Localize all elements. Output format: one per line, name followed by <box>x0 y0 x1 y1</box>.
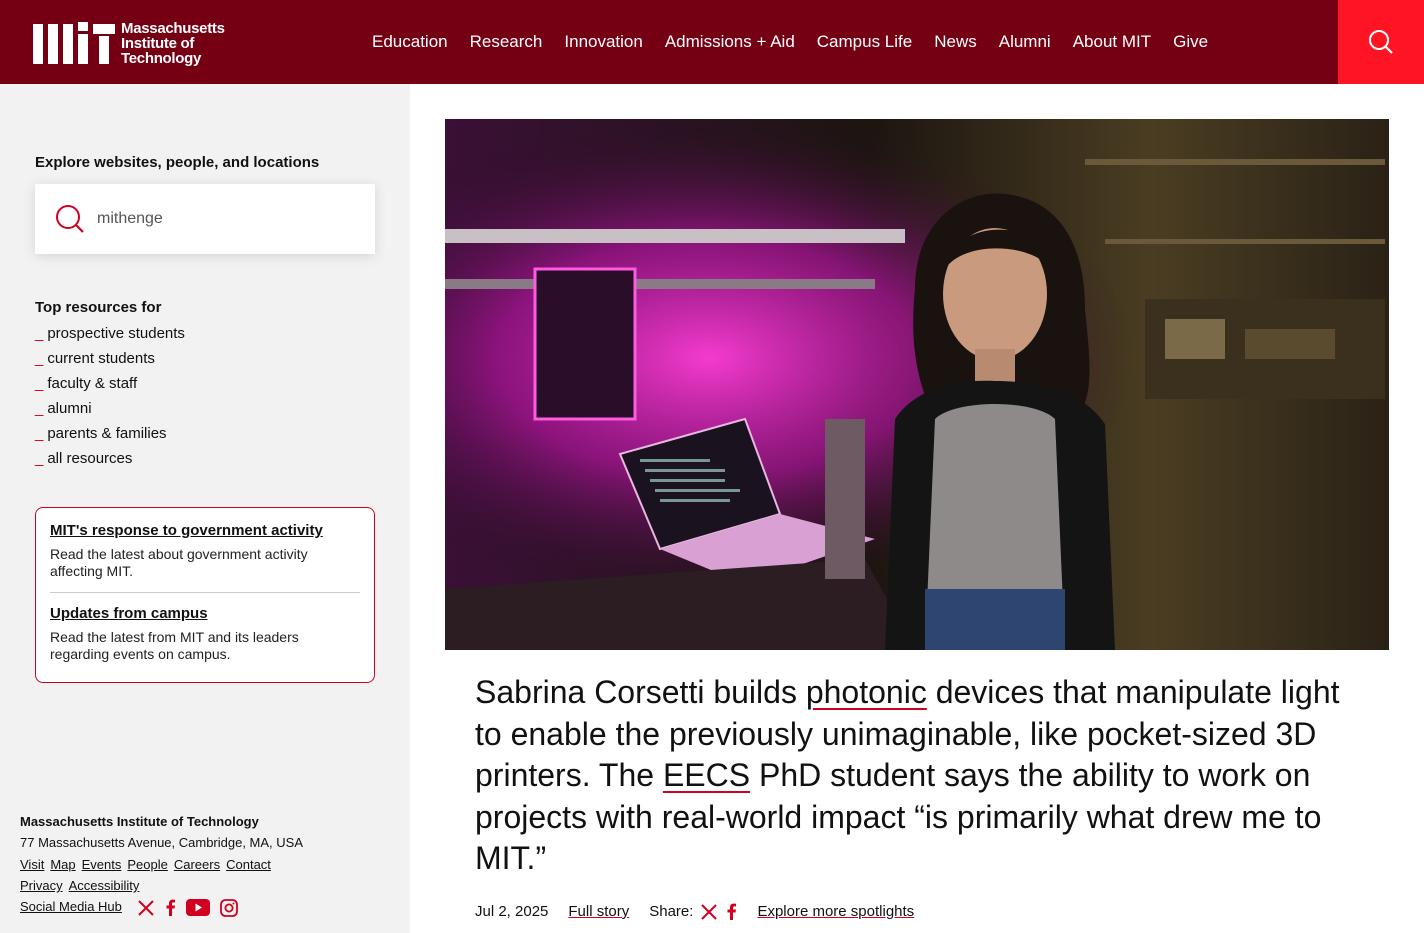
logo-line: Massachusetts <box>121 19 225 37</box>
footer-link-social-hub[interactable]: Social Media Hub <box>20 899 122 914</box>
notice-box: MIT's response to government activity Re… <box>35 507 375 683</box>
footer-link-accessibility[interactable]: Accessibility <box>69 878 140 893</box>
nav-admissions[interactable]: Admissions + Aid <box>665 32 795 52</box>
resource-label: alumni <box>47 400 92 417</box>
share-label: Share: <box>649 903 694 920</box>
site-search-box[interactable] <box>35 184 375 254</box>
explore-more-link[interactable]: Explore more spotlights <box>757 903 914 920</box>
youtube-icon[interactable] <box>185 899 210 917</box>
notice-title-link[interactable]: MIT's response to government activity <box>50 522 360 539</box>
headline-text: Sabrina Corsetti builds <box>475 674 806 710</box>
nav-research[interactable]: Research <box>470 32 543 52</box>
resource-link[interactable]: _ all resources <box>35 450 185 475</box>
nav-innovation[interactable]: Innovation <box>564 32 642 52</box>
facebook-icon[interactable] <box>164 899 176 917</box>
notice-title-link[interactable]: Updates from campus <box>50 605 360 622</box>
nav-campus-life[interactable]: Campus Life <box>817 32 912 52</box>
top-resources-title: Top resources for <box>35 299 162 316</box>
x-icon[interactable] <box>137 899 154 916</box>
nav-news[interactable]: News <box>934 32 977 52</box>
logo-wordmark: Massachusetts Institute of Technology <box>121 21 225 66</box>
footer-link-people[interactable]: People <box>127 857 167 872</box>
footer-link-contact[interactable]: Contact <box>226 857 271 872</box>
main-nav: Education Research Innovation Admissions… <box>361 0 1219 84</box>
footer-org: Massachusetts Institute of Technology <box>20 814 259 829</box>
notice-desc: Read the latest about government activit… <box>50 546 308 579</box>
resource-link[interactable]: _ prospective students <box>35 325 185 350</box>
resource-label: faculty & staff <box>47 375 138 392</box>
social-icons <box>137 898 248 917</box>
resource-link[interactable]: _ current students <box>35 350 185 375</box>
spotlight-hero-image[interactable] <box>445 119 1389 650</box>
site-header: Massachusetts Institute of Technology Ed… <box>0 0 1424 84</box>
facebook-icon[interactable] <box>725 903 737 920</box>
share-group: Share: <box>649 903 737 920</box>
x-icon[interactable] <box>701 903 718 920</box>
nav-education[interactable]: Education <box>372 32 448 52</box>
search-icon <box>56 205 84 233</box>
nav-give[interactable]: Give <box>1173 32 1208 52</box>
spotlight-headline: Sabrina Corsetti builds photonic devices… <box>475 672 1375 880</box>
spotlight-photo <box>445 119 1389 650</box>
resource-link[interactable]: _ alumni <box>35 400 185 425</box>
notice-item: Updates from campus Read the latest from… <box>50 592 360 663</box>
resource-label: current students <box>47 350 155 367</box>
resource-link[interactable]: _ faculty & staff <box>35 375 185 400</box>
mit-logo-mark <box>33 22 115 64</box>
mit-logo[interactable]: Massachusetts Institute of Technology <box>33 18 238 68</box>
resource-label: prospective students <box>47 325 185 342</box>
footer-link-map[interactable]: Map <box>50 857 75 872</box>
spotlight-meta: Jul 2, 2025 Full story Share: Explore mo… <box>475 903 934 920</box>
logo-line: Institute of <box>121 34 195 52</box>
sidebar-footer: Massachusetts Institute of Technology 77… <box>20 814 303 917</box>
nav-alumni[interactable]: Alumni <box>999 32 1051 52</box>
footer-link-events[interactable]: Events <box>82 857 122 872</box>
explore-title: Explore websites, people, and locations <box>35 154 320 171</box>
search-icon <box>1369 30 1393 54</box>
sidebar: Explore websites, people, and locations … <box>0 84 410 933</box>
resource-link[interactable]: _ parents & families <box>35 425 185 450</box>
notice-item: MIT's response to government activity Re… <box>50 508 360 580</box>
footer-link-careers[interactable]: Careers <box>174 857 220 872</box>
header-search-button[interactable] <box>1338 0 1424 84</box>
headline-link-eecs[interactable]: EECS <box>663 757 750 793</box>
footer-links: Visit Map Events People Careers Contact Priva… <box>20 854 303 917</box>
footer-link-visit[interactable]: Visit <box>20 857 44 872</box>
instagram-icon[interactable] <box>219 898 238 917</box>
footer-link-privacy[interactable]: Privacy <box>20 878 63 893</box>
footer-address: 77 Massachusetts Avenue, Cambridge, MA, … <box>20 835 304 850</box>
headline-link-photonic[interactable]: photonic <box>806 674 927 710</box>
resource-label: all resources <box>47 450 133 467</box>
full-story-link[interactable]: Full story <box>568 903 629 920</box>
search-input[interactable] <box>97 210 337 228</box>
spotlight-date: Jul 2, 2025 <box>475 903 549 920</box>
resource-label: parents & families <box>47 425 167 442</box>
top-resources: Top resources for _ prospective students … <box>35 299 185 475</box>
logo-line: Technology <box>121 49 202 67</box>
notice-desc: Read the latest from MIT and its leaders… <box>50 629 299 662</box>
nav-about[interactable]: About MIT <box>1073 32 1151 52</box>
